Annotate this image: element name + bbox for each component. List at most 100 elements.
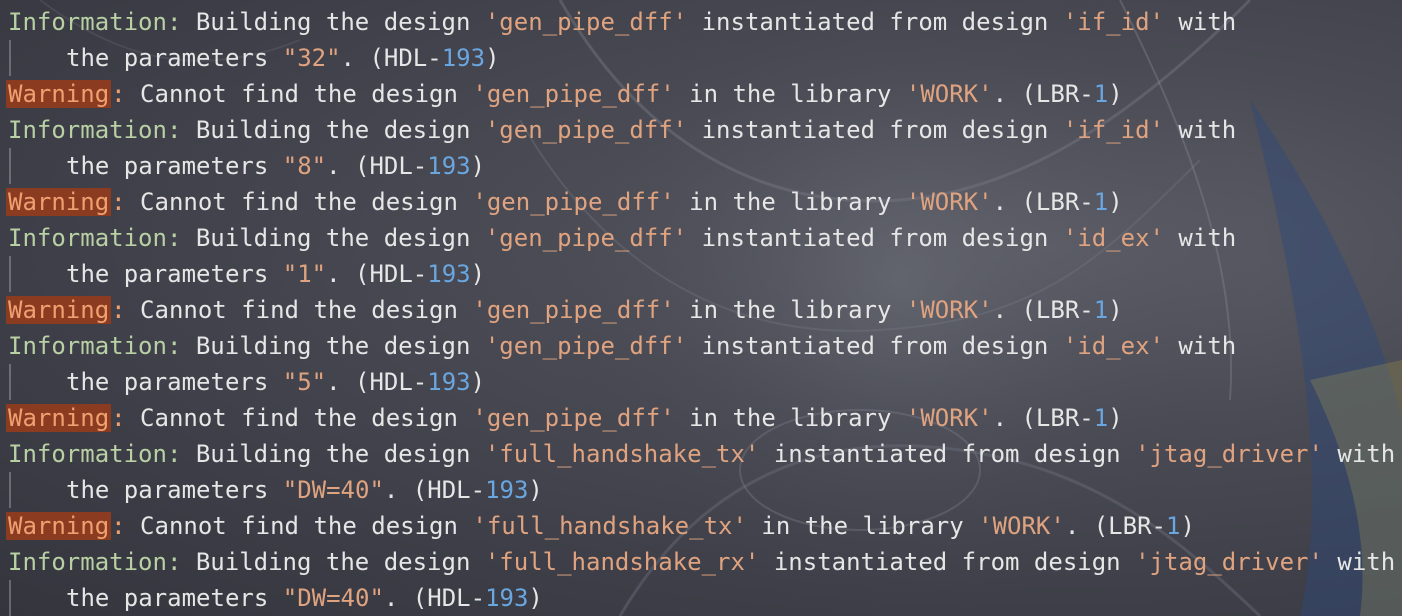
log-text: . (HDL-: [326, 152, 428, 180]
log-string: 'gen_pipe_dff': [472, 296, 675, 324]
log-continuation-line: the parameters "32". (HDL-193): [0, 40, 1402, 76]
log-text: instantiated from design: [687, 224, 1063, 252]
log-string: 'gen_pipe_dff': [484, 8, 688, 36]
log-string: 'gen_pipe_dff': [472, 188, 675, 216]
log-text: ): [528, 476, 543, 504]
log-continuation-line: the parameters "5". (HDL-193): [0, 364, 1402, 400]
log-text: instantiated from design: [759, 440, 1136, 468]
log-information-line: Information: Building the design 'full_h…: [0, 544, 1402, 580]
log-information-line: Information: Building the design 'gen_pi…: [0, 220, 1402, 256]
log-text: Cannot find the design: [125, 512, 473, 540]
log-text: instantiated from design: [687, 116, 1063, 144]
log-text: with: [1322, 440, 1396, 468]
log-information-line: Information: Building the design 'gen_pi…: [0, 328, 1402, 364]
log-text: in the library: [746, 512, 979, 540]
label-colon: :: [166, 224, 182, 252]
log-string: "1": [282, 260, 327, 288]
information-label: Information: [8, 440, 167, 468]
log-text: . (HDL-: [326, 260, 428, 288]
log-information-line: Information: Building the design 'full_h…: [0, 436, 1402, 472]
information-label: Information: [8, 8, 167, 36]
log-text: ): [528, 584, 543, 612]
log-string: 'jtag_driver': [1135, 548, 1323, 576]
log-string: 'WORK': [978, 512, 1065, 540]
log-text: Building the design: [181, 116, 485, 144]
log-text: instantiated from design: [687, 8, 1063, 36]
log-warning-line: Warning: Cannot find the design 'gen_pip…: [0, 184, 1402, 220]
log-number: 1: [1093, 80, 1109, 108]
warning-label: Warning: [6, 404, 112, 432]
log-text: Cannot find the design: [125, 80, 473, 108]
log-text: with: [1322, 548, 1396, 576]
log-text: with: [1163, 332, 1237, 360]
log-text: . (LBR-: [992, 188, 1094, 216]
log-text: with: [1163, 8, 1237, 36]
log-text: with: [1163, 116, 1237, 144]
terminal-output[interactable]: Information: Building the design 'gen_pi…: [0, 4, 1402, 616]
log-number: 193: [427, 260, 471, 288]
log-number: 193: [485, 584, 529, 612]
label-colon: :: [111, 188, 126, 216]
log-text: Building the design: [181, 440, 485, 468]
log-text: the parameters: [66, 44, 283, 72]
label-colon: :: [166, 8, 182, 36]
label-colon: :: [166, 116, 182, 144]
log-text: Building the design: [181, 224, 485, 252]
label-colon: :: [111, 512, 126, 540]
log-text: . (LBR-: [992, 80, 1094, 108]
log-text: ): [1108, 188, 1123, 216]
log-text: Building the design: [181, 8, 485, 36]
log-string: "DW=40": [282, 584, 384, 612]
log-continuation-line: the parameters "DW=40". (HDL-193): [0, 580, 1402, 616]
log-text: the parameters: [66, 260, 283, 288]
log-text: ): [470, 260, 486, 288]
log-text: instantiated from design: [687, 332, 1063, 360]
log-string: 'gen_pipe_dff': [484, 224, 688, 252]
log-warning-line: Warning: Cannot find the design 'gen_pip…: [0, 292, 1402, 328]
log-text: . (HDL-: [383, 584, 486, 612]
log-number: 193: [427, 152, 471, 180]
log-information-line: Information: Building the design 'gen_pi…: [0, 112, 1402, 148]
information-label: Information: [8, 332, 167, 360]
log-string: 'jtag_driver': [1135, 440, 1323, 468]
label-colon: :: [166, 440, 182, 468]
log-number: 1: [1093, 404, 1109, 432]
log-text: . (LBR-: [992, 296, 1094, 324]
label-colon: :: [111, 296, 126, 324]
label-colon: :: [111, 404, 126, 432]
log-text: ): [1180, 512, 1195, 540]
log-text: in the library: [674, 404, 906, 432]
log-text: ): [470, 368, 486, 396]
warning-label: Warning: [6, 188, 112, 216]
log-string: 'WORK': [905, 404, 993, 432]
log-text: ): [470, 152, 486, 180]
log-text: the parameters: [66, 152, 283, 180]
log-string: 'gen_pipe_dff': [484, 116, 688, 144]
log-string: 'full_handshake_tx': [484, 440, 760, 468]
warning-label: Warning: [6, 512, 112, 540]
log-text: . (LBR-: [992, 404, 1094, 432]
log-text: Building the design: [181, 332, 485, 360]
log-continuation-line: the parameters "1". (HDL-193): [0, 256, 1402, 292]
log-string: 'full_handshake_rx': [484, 548, 760, 576]
log-string: 'if_id': [1062, 8, 1164, 36]
log-number: 193: [427, 368, 471, 396]
log-text: in the library: [674, 296, 906, 324]
log-text: ): [1108, 80, 1123, 108]
information-label: Information: [8, 116, 167, 144]
log-text: instantiated from design: [759, 548, 1136, 576]
log-text: the parameters: [66, 476, 283, 504]
log-warning-line: Warning: Cannot find the design 'gen_pip…: [0, 400, 1402, 436]
log-text: . (LBR-: [1064, 512, 1166, 540]
log-string: 'gen_pipe_dff': [472, 404, 675, 432]
log-string: "5": [282, 368, 327, 396]
log-text: ): [1108, 404, 1123, 432]
log-continuation-line: the parameters "8". (HDL-193): [0, 148, 1402, 184]
log-number: 1: [1093, 296, 1109, 324]
log-string: 'WORK': [905, 80, 993, 108]
label-colon: :: [111, 80, 126, 108]
log-string: 'id_ex': [1062, 224, 1164, 252]
log-continuation-line: the parameters "DW=40". (HDL-193): [0, 472, 1402, 508]
log-number: 193: [441, 44, 486, 72]
log-string: "8": [282, 152, 327, 180]
